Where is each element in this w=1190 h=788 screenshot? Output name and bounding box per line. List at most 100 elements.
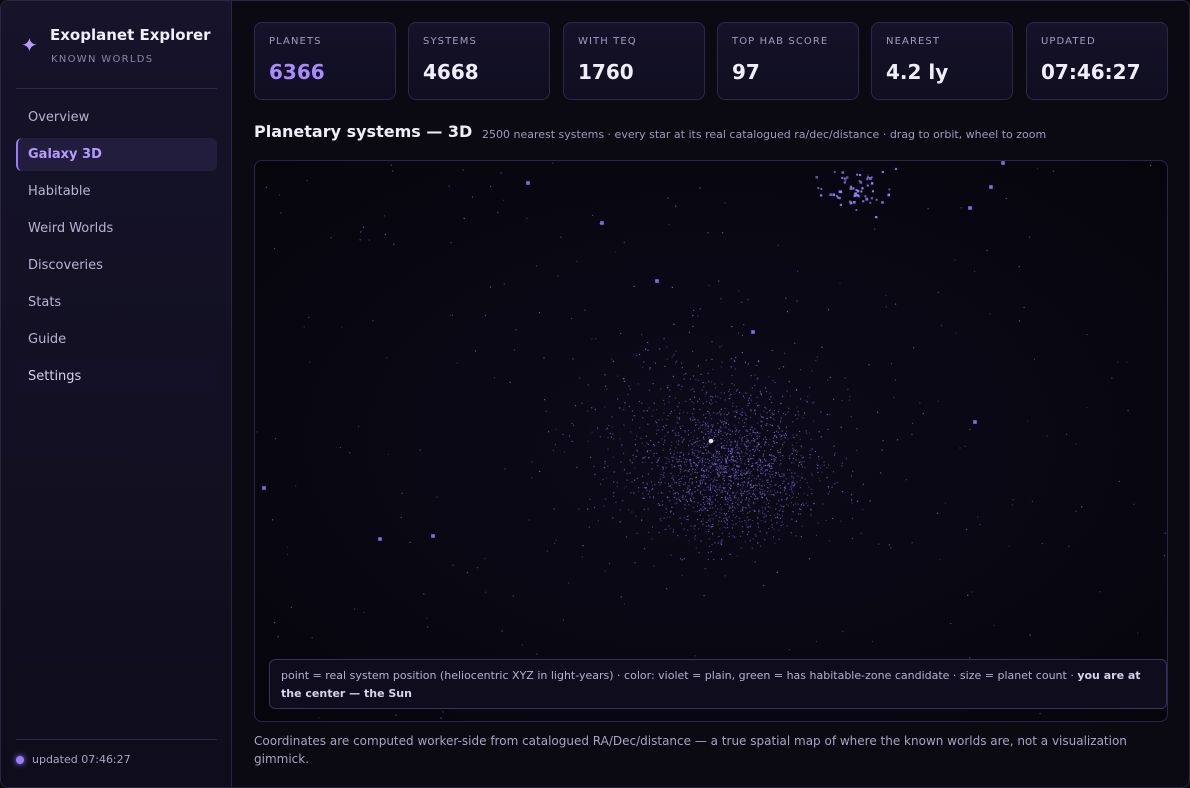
- star-point: [711, 424, 713, 426]
- star-point: [713, 453, 715, 455]
- star-point: [747, 460, 749, 463]
- star-point: [775, 442, 777, 444]
- star-point: [1036, 168, 1039, 170]
- star-point: [734, 368, 736, 370]
- star-point: [769, 507, 771, 509]
- star-point: [783, 441, 785, 443]
- star-point: [683, 457, 685, 459]
- star-point: [581, 556, 583, 558]
- star-point: [712, 525, 714, 527]
- star-point: [384, 233, 386, 235]
- star-point: [652, 488, 654, 490]
- star-point: [827, 428, 829, 430]
- star-point: [613, 481, 615, 483]
- star-point: [697, 419, 699, 421]
- star-point: [746, 471, 748, 473]
- sidebar-item-overview[interactable]: Overview: [16, 101, 217, 134]
- galaxy-3d-canvas[interactable]: point = real system position (heliocentr…: [254, 160, 1168, 722]
- star-point: [713, 432, 715, 434]
- star-point: [746, 445, 748, 448]
- star-point: [722, 475, 724, 477]
- star-point: [772, 476, 774, 478]
- star-point: [699, 460, 701, 462]
- star-point: [779, 509, 781, 511]
- star-point: [768, 528, 770, 530]
- star-point: [758, 510, 760, 512]
- sidebar-item-galaxy-3d[interactable]: Galaxy 3D: [16, 138, 217, 171]
- star-point: [739, 455, 741, 457]
- star-point: [717, 483, 719, 485]
- star-point: [810, 515, 812, 517]
- star-point: [781, 521, 783, 523]
- star-point: [692, 315, 694, 317]
- sidebar-item-habitable[interactable]: Habitable: [16, 175, 217, 208]
- star-point: [662, 492, 664, 494]
- star-point: [726, 414, 728, 416]
- sidebar-item-weird-worlds[interactable]: Weird Worlds: [16, 212, 217, 245]
- star-point: [603, 505, 605, 507]
- star-point: [718, 430, 720, 432]
- sidebar-divider: [16, 88, 217, 89]
- star-point: [697, 456, 699, 458]
- star-point: [643, 361, 645, 363]
- sidebar-item-stats[interactable]: Stats: [16, 286, 217, 319]
- star-point: [309, 361, 311, 363]
- star-point: [754, 439, 756, 441]
- star-point: [862, 483, 864, 485]
- star-point: [776, 522, 778, 524]
- sidebar-item-discoveries[interactable]: Discoveries: [16, 249, 217, 282]
- star-point: [738, 465, 740, 467]
- star-point: [704, 422, 706, 424]
- star-point: [801, 461, 803, 463]
- stat-value: 4.2 ly: [886, 60, 949, 84]
- star-point: [744, 541, 746, 543]
- star-point: [770, 467, 772, 469]
- star-point: [720, 392, 722, 394]
- sidebar-item-settings[interactable]: Settings: [16, 360, 217, 393]
- star-point: [722, 478, 724, 480]
- star-point: [605, 477, 607, 479]
- star-point: [695, 379, 697, 381]
- star-point: [772, 440, 774, 442]
- star-point: [772, 470, 774, 472]
- star-point: [692, 507, 694, 509]
- star-point: [703, 438, 705, 440]
- star-point: [853, 200, 856, 204]
- star-point: [781, 430, 783, 432]
- star-point: [693, 408, 695, 410]
- star-point: [702, 506, 704, 508]
- star-point: [669, 448, 671, 451]
- star-point: [866, 178, 869, 181]
- star-point: [712, 524, 714, 526]
- star-point: [256, 431, 258, 433]
- star-point: [587, 410, 589, 412]
- star-point: [760, 461, 762, 463]
- star-point: [832, 471, 834, 473]
- sidebar-item-guide[interactable]: Guide: [16, 323, 217, 356]
- star-point: [732, 509, 734, 511]
- star-point: [741, 412, 743, 414]
- star-point: [625, 536, 628, 538]
- star-point: [669, 395, 671, 397]
- star-point: [705, 382, 707, 384]
- star-point: [793, 493, 795, 495]
- star-point: [602, 478, 604, 481]
- star-point: [681, 425, 683, 427]
- star-point: [709, 520, 711, 522]
- star-point: [707, 372, 709, 374]
- star-point: [703, 447, 705, 449]
- star-point: [711, 478, 713, 480]
- star-point: [611, 426, 613, 428]
- star-point: [719, 467, 721, 469]
- star-point: [736, 461, 738, 463]
- star-point: [755, 449, 757, 451]
- star-point: [727, 433, 729, 435]
- star-point: [745, 498, 747, 500]
- star-point: [683, 475, 685, 477]
- star-point: [724, 512, 726, 514]
- star-point: [341, 326, 343, 328]
- star-point: [665, 528, 667, 530]
- star-point: [785, 434, 787, 436]
- star-point: [735, 470, 737, 472]
- star-point: [710, 488, 712, 490]
